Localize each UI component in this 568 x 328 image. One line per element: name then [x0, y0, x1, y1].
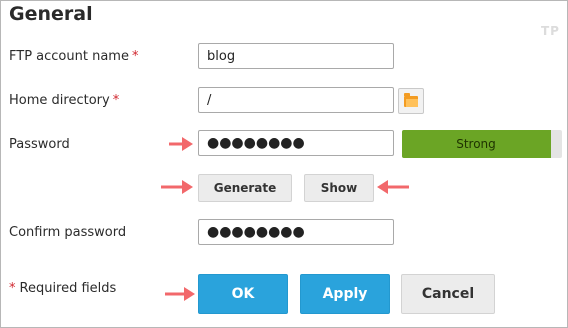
- ftp-account-input[interactable]: [198, 43, 394, 69]
- home-directory-label: Home directory *: [9, 93, 119, 108]
- required-fields-text: Required fields: [19, 281, 117, 296]
- show-button[interactable]: Show: [304, 174, 374, 202]
- watermark: TP: [541, 24, 560, 38]
- home-directory-label-text: Home directory: [9, 93, 110, 108]
- ftp-account-label: FTP account name *: [9, 49, 138, 64]
- required-fields-note: * Required fields: [9, 281, 116, 296]
- arrow-icon: [161, 180, 193, 194]
- arrow-icon: [165, 287, 195, 301]
- arrow-icon: [169, 137, 193, 151]
- required-mark: *: [112, 93, 120, 108]
- folder-icon: [404, 92, 418, 107]
- home-directory-input[interactable]: [198, 87, 394, 113]
- strength-label: Strong: [456, 137, 496, 151]
- browse-folder-button[interactable]: [398, 88, 424, 114]
- generate-button[interactable]: Generate: [198, 174, 292, 202]
- required-mark: *: [9, 281, 16, 296]
- cancel-button[interactable]: Cancel: [401, 274, 495, 314]
- ftp-account-label-text: FTP account name: [9, 49, 129, 64]
- required-mark: *: [131, 49, 139, 64]
- ok-button[interactable]: OK: [198, 274, 288, 314]
- password-label: Password: [9, 137, 70, 152]
- section-title: General: [9, 3, 93, 25]
- arrow-icon: [377, 180, 409, 194]
- password-strength-meter: Strong: [402, 130, 562, 158]
- apply-button[interactable]: Apply: [300, 274, 390, 314]
- confirm-password-label: Confirm password: [9, 225, 127, 240]
- password-input[interactable]: [198, 130, 394, 156]
- confirm-password-input[interactable]: [198, 219, 394, 245]
